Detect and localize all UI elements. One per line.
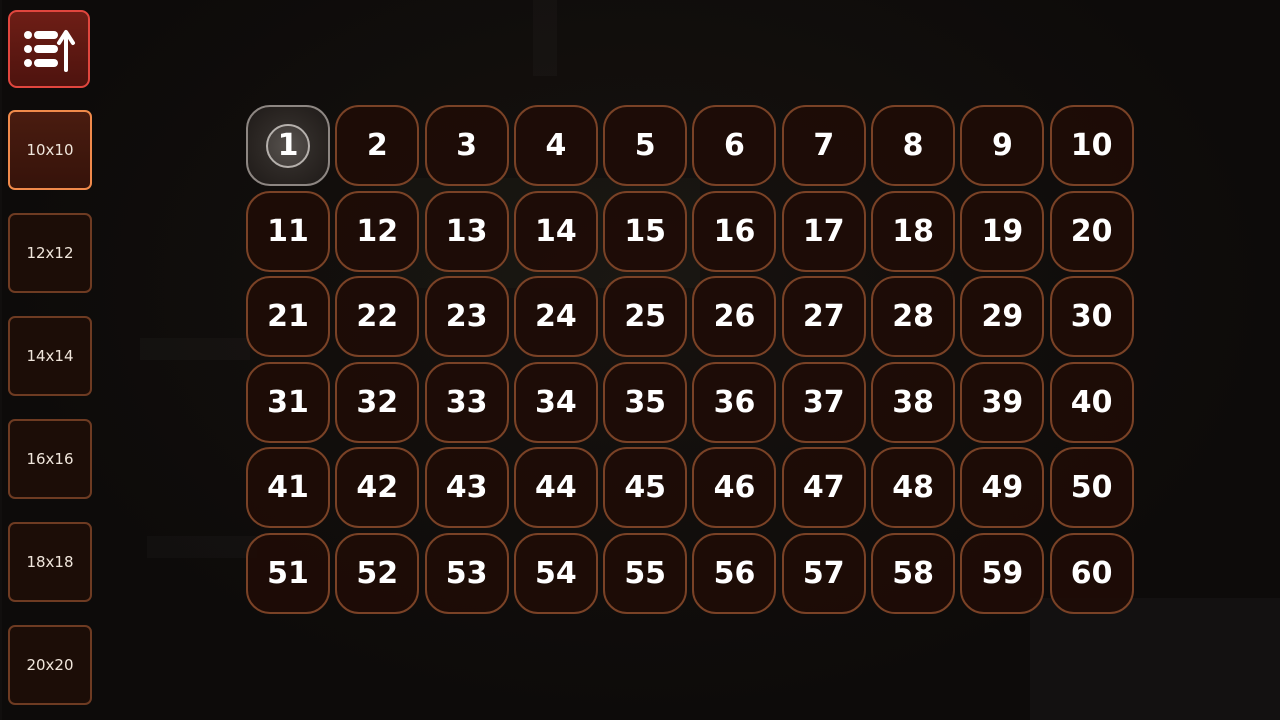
cell-number: 1: [277, 128, 299, 163]
grid-cell[interactable]: 12: [335, 190, 420, 272]
grid-cell[interactable]: 37: [781, 361, 866, 443]
grid-cell[interactable]: 29: [960, 276, 1045, 358]
board-size-button-18x18[interactable]: 18x18: [8, 522, 92, 602]
grid-cell[interactable]: 10: [1049, 105, 1134, 186]
board-size-button-10x10[interactable]: 10x10: [8, 110, 92, 190]
grid-cell[interactable]: 38: [871, 361, 956, 443]
grid-cell[interactable]: 26: [692, 276, 777, 358]
grid-cell[interactable]: 52: [335, 532, 420, 614]
grid-cell[interactable]: 31: [246, 361, 330, 443]
grid-cell[interactable]: 53: [424, 532, 509, 614]
grid-cell[interactable]: 58: [871, 532, 956, 614]
selected-cell-marker: 1: [266, 123, 310, 168]
background-shape: [533, 0, 557, 76]
grid-cell[interactable]: 46: [692, 447, 777, 529]
board-size-button-12x12[interactable]: 12x12: [8, 213, 92, 293]
grid-cell[interactable]: 50: [1049, 447, 1134, 529]
grid-cell[interactable]: 16: [692, 190, 777, 272]
grid-cell[interactable]: 19: [960, 190, 1045, 272]
grid-cell[interactable]: 39: [960, 361, 1045, 443]
sidebar: 10x10 12x12 14x14 16x16 18x18 20x20: [8, 10, 94, 705]
background-shape: [147, 536, 257, 558]
grid-cell[interactable]: 21: [246, 276, 330, 358]
grid-cell[interactable]: 59: [960, 532, 1045, 614]
grid-cell[interactable]: 18: [871, 190, 956, 272]
grid-cell[interactable]: 60: [1049, 532, 1134, 614]
grid-cell[interactable]: 7: [781, 105, 866, 186]
board-size-button-14x14[interactable]: 14x14: [8, 316, 92, 396]
grid-cell[interactable]: 17: [781, 190, 866, 272]
grid-cell[interactable]: 51: [246, 532, 330, 614]
grid-cell[interactable]: 35: [603, 361, 688, 443]
grid-cell[interactable]: 22: [335, 276, 420, 358]
grid-cell[interactable]: 45: [603, 447, 688, 529]
grid-cell[interactable]: 3: [424, 105, 509, 186]
grid-cell[interactable]: 49: [960, 447, 1045, 529]
grid-cell[interactable]: 13: [424, 190, 509, 272]
grid-cell[interactable]: 11: [246, 190, 330, 272]
grid-cell[interactable]: 20: [1049, 190, 1134, 272]
grid-cell[interactable]: 28: [871, 276, 956, 358]
grid-cell[interactable]: 4: [513, 105, 598, 186]
grid-cell[interactable]: 48: [871, 447, 956, 529]
grid-cell[interactable]: 40: [1049, 361, 1134, 443]
grid-cell[interactable]: 8: [871, 105, 956, 186]
grid-cell[interactable]: 54: [513, 532, 598, 614]
board-size-button-16x16[interactable]: 16x16: [8, 419, 92, 499]
grid-cell[interactable]: 30: [1049, 276, 1134, 358]
grid-cell[interactable]: 6: [692, 105, 777, 186]
board-size-button-20x20[interactable]: 20x20: [8, 625, 92, 705]
grid-cell[interactable]: 47: [781, 447, 866, 529]
menu-button[interactable]: [8, 10, 90, 88]
grid-cell[interactable]: 43: [424, 447, 509, 529]
grid-cell[interactable]: 15: [603, 190, 688, 272]
grid-cell[interactable]: 27: [781, 276, 866, 358]
grid-cell[interactable]: 32: [335, 361, 420, 443]
grid-cell[interactable]: 2: [335, 105, 420, 186]
number-grid: 1 2 3 4 5 6 7 8 9 10 11 12 13 14 15 16 17 18 19 20 21 22 23 24 2…: [246, 105, 1134, 614]
grid-cell[interactable]: 44: [513, 447, 598, 529]
grid-cell[interactable]: 33: [424, 361, 509, 443]
grid-cell[interactable]: 56: [692, 532, 777, 614]
grid-cell[interactable]: 55: [603, 532, 688, 614]
background-shape: [1030, 598, 1280, 720]
grid-cell[interactable]: 14: [513, 190, 598, 272]
grid-cell[interactable]: 34: [513, 361, 598, 443]
grid-cell[interactable]: 41: [246, 447, 330, 529]
background-shape: [140, 338, 250, 360]
grid-cell[interactable]: 1: [246, 105, 330, 186]
grid-cell[interactable]: 36: [692, 361, 777, 443]
list-return-icon: [24, 30, 75, 72]
board-size-list: 10x10 12x12 14x14 16x16 18x18 20x20: [8, 110, 94, 705]
grid-cell[interactable]: 5: [603, 105, 688, 186]
grid-cell[interactable]: 57: [781, 532, 866, 614]
grid-cell[interactable]: 24: [513, 276, 598, 358]
grid-cell[interactable]: 23: [424, 276, 509, 358]
grid-cell[interactable]: 25: [603, 276, 688, 358]
game-screen: 10x10 12x12 14x14 16x16 18x18 20x20 123456789…: [0, 0, 1280, 720]
grid-cell[interactable]: 9: [960, 105, 1045, 186]
grid-cell[interactable]: 42: [335, 447, 420, 529]
